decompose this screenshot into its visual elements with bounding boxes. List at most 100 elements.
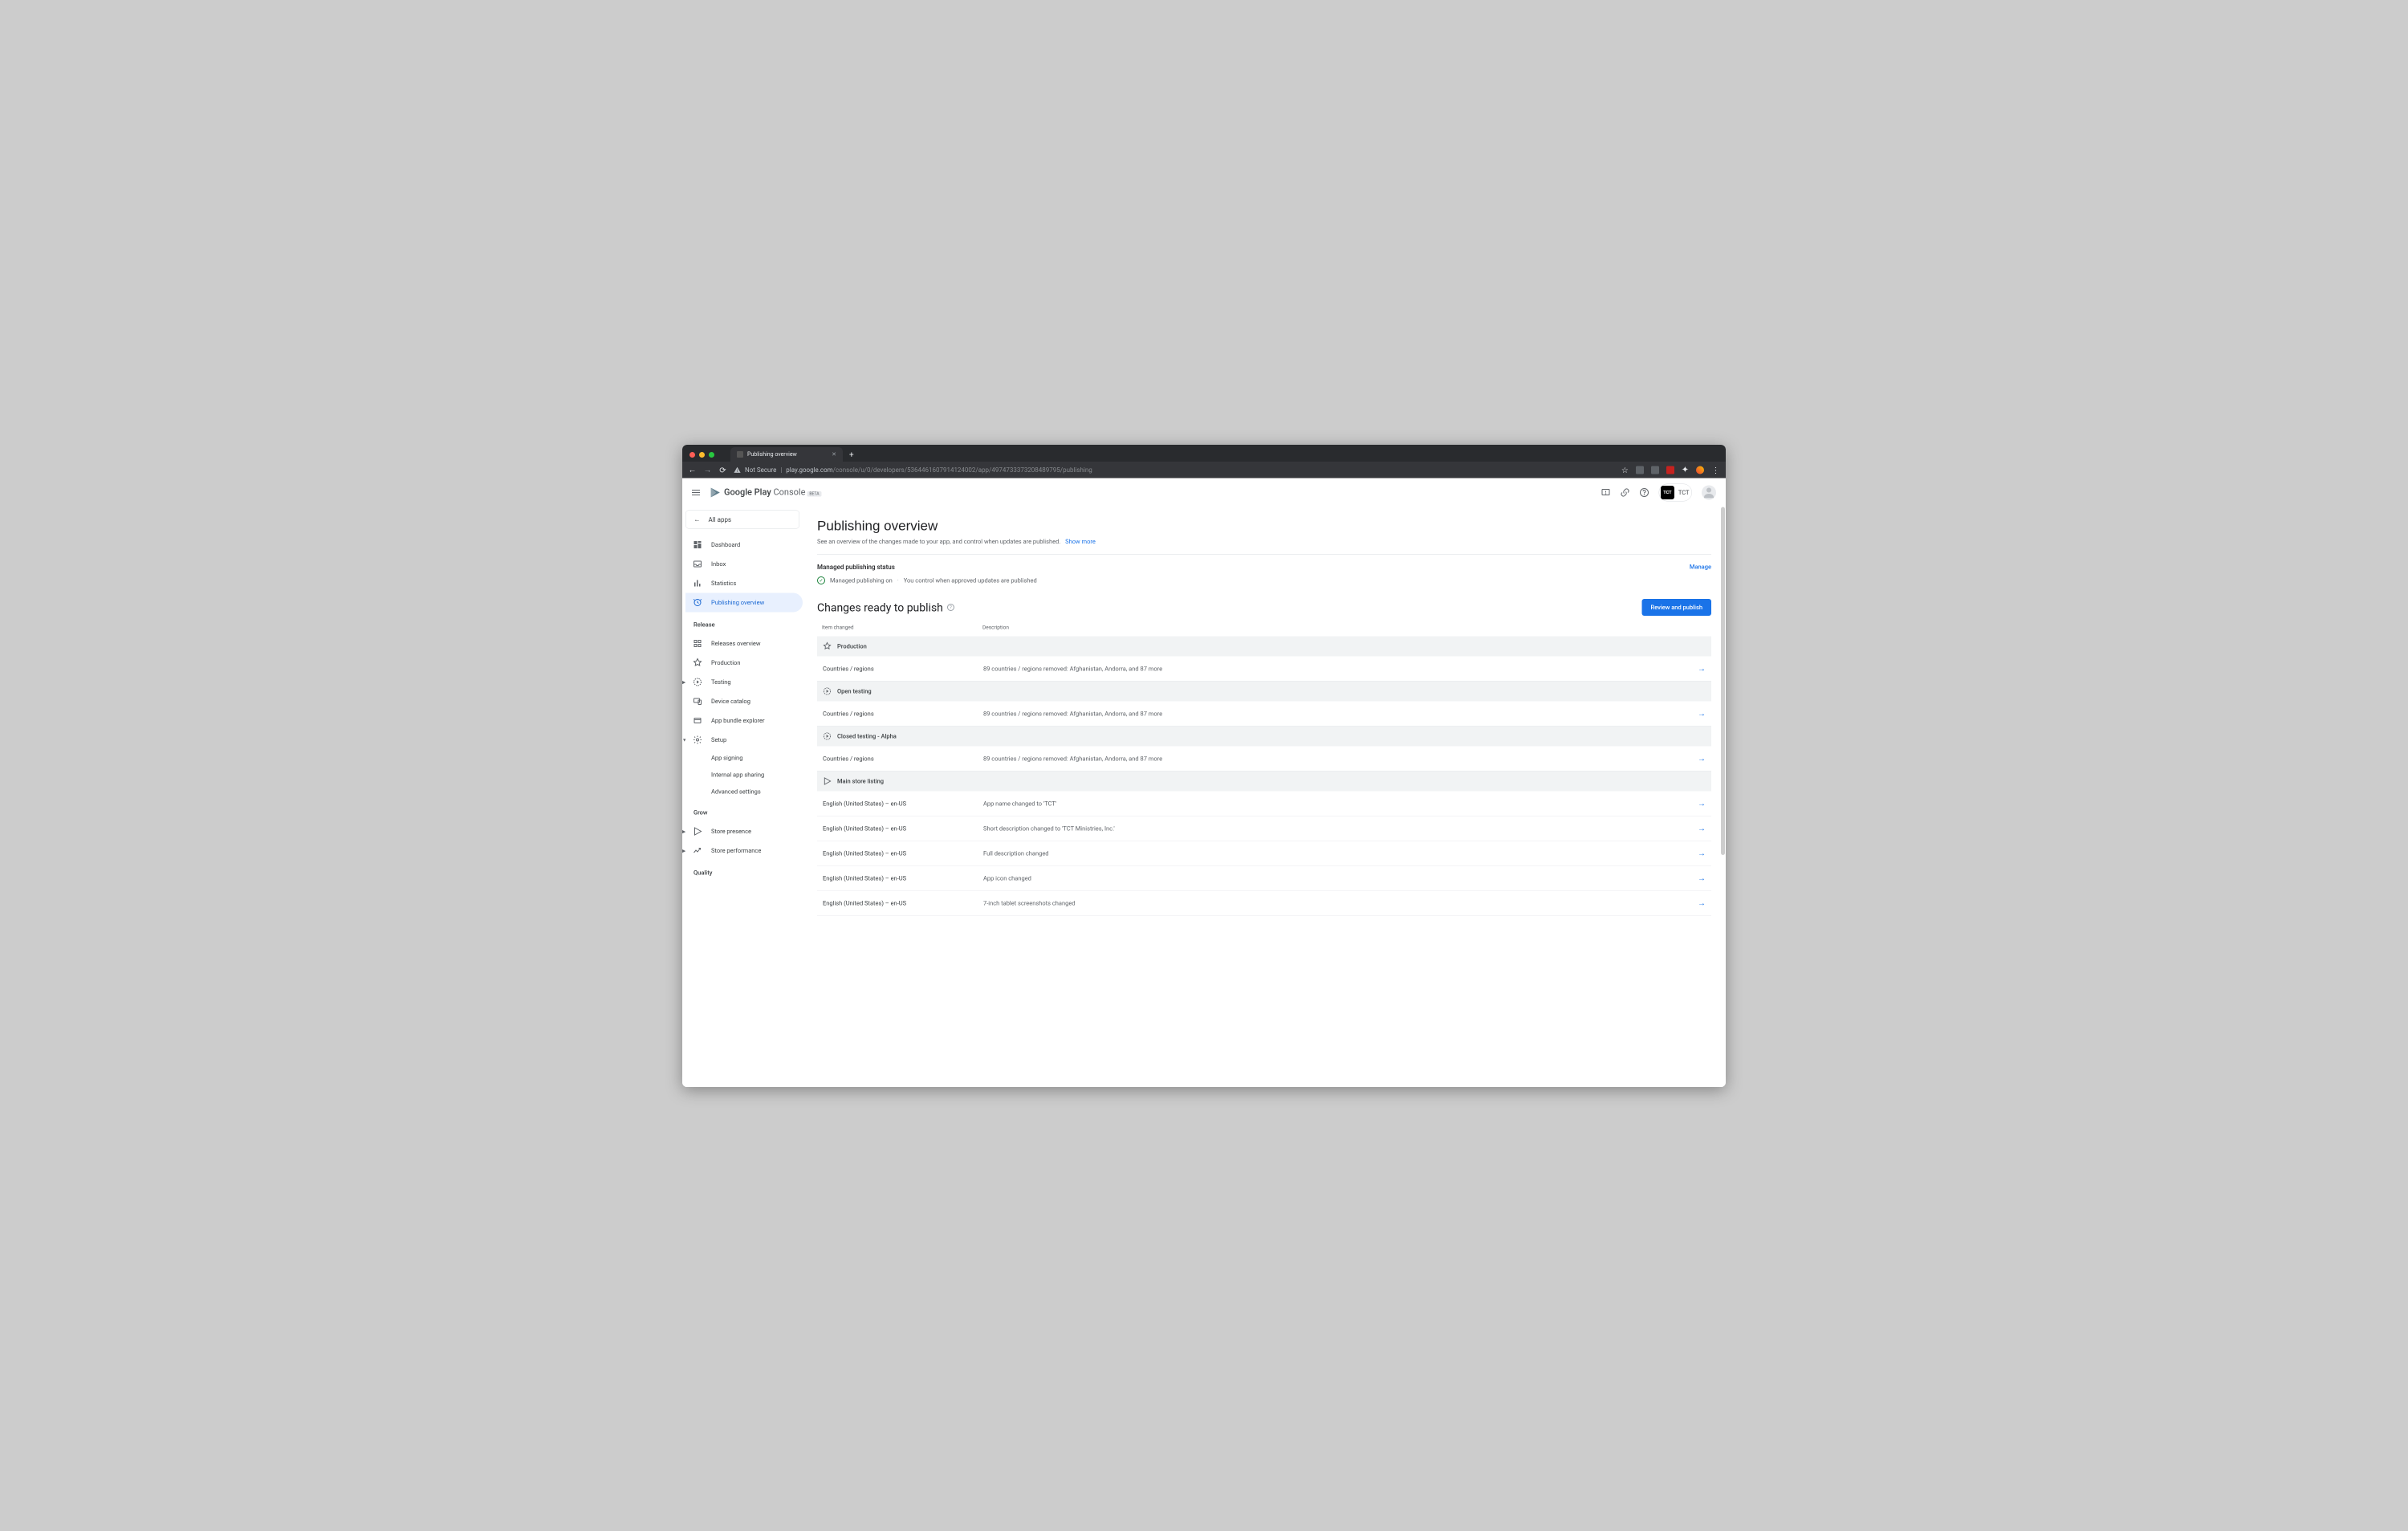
sidebar-item-store-performance[interactable]: ▶Store performance (685, 841, 803, 860)
change-desc: 89 countries / regions removed: Afghanis… (983, 665, 1698, 672)
not-secure-icon (734, 466, 741, 473)
user-avatar[interactable] (1702, 485, 1716, 499)
window-traffic-lights[interactable] (689, 452, 714, 458)
managed-status-heading: Managed publishing status (817, 563, 1690, 571)
account-badge: TCT (1661, 485, 1674, 499)
dashboard-icon (693, 540, 702, 549)
change-desc: 89 countries / regions removed: Afghanis… (983, 710, 1698, 717)
sidebar-item-app-signing[interactable]: App signing (685, 749, 803, 766)
sidebar-item-inbox[interactable]: Inbox (685, 554, 803, 573)
extension-abp-icon[interactable] (1666, 466, 1674, 474)
section-grow: Grow (685, 800, 803, 821)
sidebar-item-label: Device catalog (711, 698, 750, 705)
sidebar-item-label: Inbox (711, 560, 726, 568)
check-circle-icon: ✓ (817, 576, 825, 584)
change-item: Countries / regions (823, 755, 983, 762)
bookmark-star-icon[interactable]: ☆ (1621, 465, 1629, 474)
changes-heading: Changes ready to publish (817, 601, 943, 614)
sidebar-item-label: Production (711, 659, 740, 666)
col-desc-header: Description (982, 625, 1670, 631)
sidebar-item-label: Testing (711, 678, 731, 686)
arrow-right-icon: → (1698, 708, 1706, 719)
browser-menu-button[interactable]: ⋮ (1711, 465, 1720, 474)
bundle-icon (693, 715, 702, 725)
sidebar-item-publishing-overview[interactable]: Publishing overview (685, 592, 803, 612)
help-icon[interactable] (1639, 487, 1649, 497)
main-content: Publishing overview See an overview of t… (803, 507, 1726, 1087)
logo-text: Google Play Console (724, 487, 805, 498)
chevron-icon: ▶ (682, 679, 685, 685)
link-icon[interactable] (1620, 487, 1629, 497)
perf-icon (693, 845, 702, 855)
sidebar-item-store-presence[interactable]: ▶Store presence (685, 821, 803, 841)
sidebar-item-label: Setup (711, 736, 726, 743)
close-tab-icon[interactable]: ✕ (832, 451, 836, 458)
scrollbar[interactable] (1721, 507, 1725, 1087)
changes-group-header: Production (817, 636, 1711, 656)
change-item: English (United States) – en-US (823, 849, 983, 857)
change-row[interactable]: Countries / regions89 countries / region… (817, 746, 1711, 771)
change-row[interactable]: Countries / regions89 countries / region… (817, 701, 1711, 726)
account-switcher[interactable]: TCT TCT (1658, 483, 1692, 501)
change-item: English (United States) – en-US (823, 899, 983, 906)
change-item: Countries / regions (823, 665, 983, 672)
change-row[interactable]: Countries / regions89 countries / region… (817, 656, 1711, 681)
publishing-icon (693, 597, 702, 607)
change-desc: App name changed to 'TCT' (983, 800, 1698, 807)
account-label: TCT (1678, 488, 1690, 495)
change-row[interactable]: English (United States) – en-USShort des… (817, 816, 1711, 841)
review-publish-button[interactable]: Review and publish (1641, 599, 1711, 616)
extension-icon[interactable] (1651, 466, 1659, 474)
nav-reload-button[interactable]: ⟳ (718, 465, 727, 474)
tab-title: Publishing overview (747, 451, 797, 458)
change-row[interactable]: English (United States) – en-USFull desc… (817, 841, 1711, 865)
group-label: Main store listing (837, 777, 884, 784)
all-apps-button[interactable]: ← All apps (685, 510, 799, 528)
arrow-right-icon: → (1698, 898, 1706, 908)
help-tooltip-icon[interactable]: ? (947, 604, 954, 611)
changes-group-header: Open testing (817, 681, 1711, 701)
feedback-icon[interactable] (1601, 487, 1610, 497)
manage-link[interactable]: Manage (1690, 563, 1711, 570)
sidebar-item-production[interactable]: Production (685, 653, 803, 672)
not-secure-label: Not Secure (745, 466, 776, 474)
store-icon (693, 826, 702, 836)
change-row[interactable]: English (United States) – en-USApp icon … (817, 865, 1711, 890)
chevron-icon: ▶ (682, 848, 685, 853)
play-console-logo[interactable]: Google Play Console BETA (710, 487, 821, 498)
play-logo-icon (710, 487, 721, 498)
sidebar-item-app-bundle-explorer[interactable]: App bundle explorer (685, 711, 803, 730)
change-row[interactable]: English (United States) – en-US7-inch ta… (817, 890, 1711, 915)
chevron-icon: ▶ (682, 829, 685, 834)
change-row[interactable]: English (United States) – en-USApp name … (817, 791, 1711, 816)
arrow-left-icon: ← (694, 515, 701, 523)
change-desc: App icon changed (983, 874, 1698, 882)
hamburger-menu-button[interactable] (692, 487, 702, 497)
extensions-puzzle-icon[interactable]: ✦ (1682, 465, 1689, 475)
show-more-link[interactable]: Show more (1065, 538, 1096, 545)
address-bar[interactable]: Not Secure | play.google.com/console/u/0… (734, 466, 1615, 474)
extension-icon[interactable] (1636, 466, 1644, 474)
sidebar-item-internal-app-sharing[interactable]: Internal app sharing (685, 766, 803, 783)
extension-icon[interactable] (1696, 466, 1704, 474)
sidebar-item-advanced-settings[interactable]: Advanced settings (685, 783, 803, 800)
nav-back-button[interactable]: ← (688, 465, 697, 475)
new-tab-button[interactable]: + (843, 450, 860, 459)
browser-tab[interactable]: Publishing overview ✕ (730, 447, 843, 462)
sidebar-item-statistics[interactable]: Statistics (685, 573, 803, 592)
device-icon (693, 696, 702, 706)
testing-icon (693, 677, 702, 686)
testing-icon (823, 686, 832, 695)
production-icon (823, 641, 832, 650)
sidebar-item-device-catalog[interactable]: Device catalog (685, 691, 803, 711)
sidebar-item-label: App bundle explorer (711, 717, 765, 724)
sidebar-item-releases-overview[interactable]: Releases overview (685, 633, 803, 653)
change-item: English (United States) – en-US (823, 825, 983, 832)
change-item: English (United States) – en-US (823, 874, 983, 882)
sidebar-item-label: App signing (711, 754, 742, 761)
sidebar-item-dashboard[interactable]: Dashboard (685, 535, 803, 554)
group-label: Closed testing - Alpha (837, 732, 897, 739)
sidebar-item-testing[interactable]: ▶ Testing (685, 672, 803, 691)
stats-icon (693, 578, 702, 588)
sidebar-item-setup[interactable]: ▼Setup (685, 730, 803, 749)
